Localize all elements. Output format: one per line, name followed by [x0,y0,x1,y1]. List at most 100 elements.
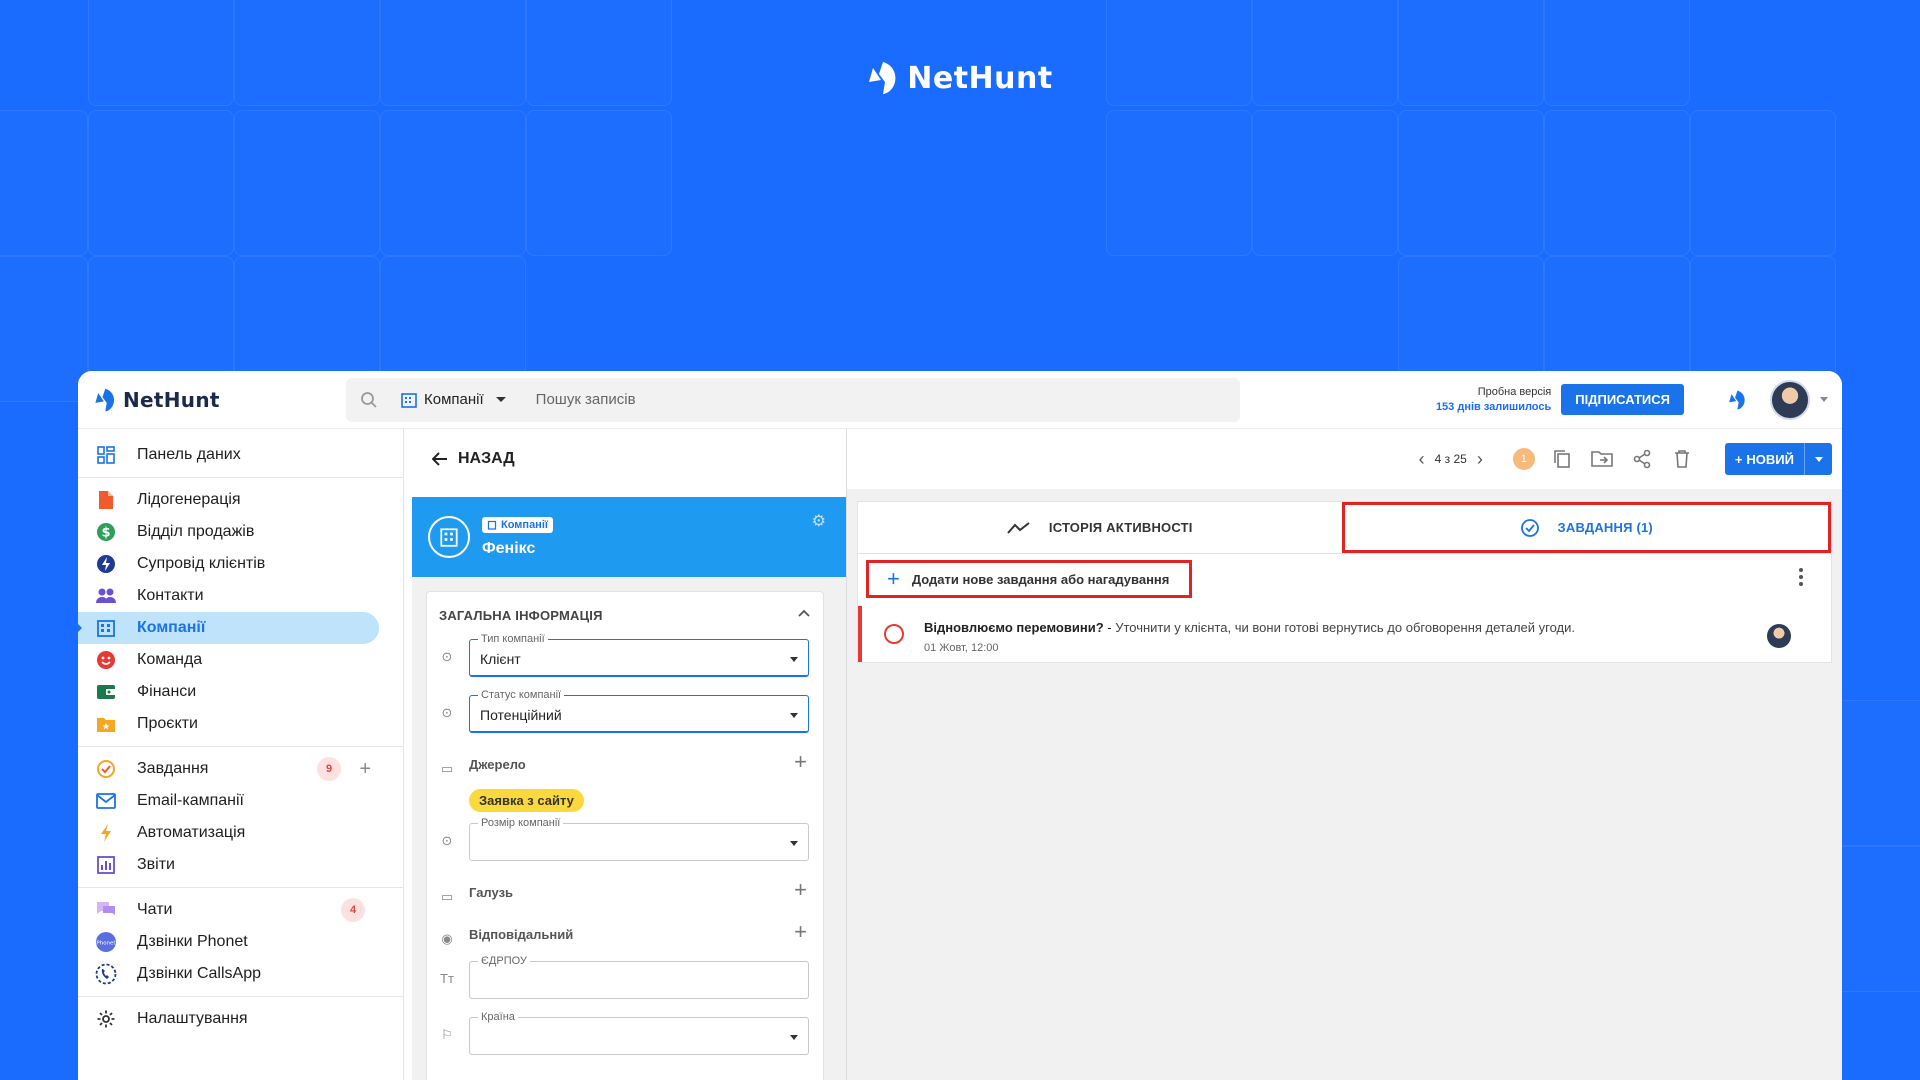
task-description: Уточнити у клієнта, чи вони готові верну… [1115,620,1576,635]
activity-tabs: ІСТОРІЯ АКТИВНОСТІ ЗАВДАННЯ (1) [857,501,1832,553]
sidebar-item-label: Проєкти [137,715,198,732]
sidebar-item-customer-support[interactable]: Супровід клієнтів [78,548,379,580]
search-entity-select[interactable]: Компанії [400,391,506,409]
app-wordmark: NetHunt [123,387,220,412]
sidebar-item-label: Автоматизація [137,824,246,841]
sidebar-group-communication: Чати 4 Phonet Дзвінки Phonet Дзвінки Cal… [78,888,403,997]
company-size-select[interactable]: Розмір компанії [469,817,809,861]
chevron-left-icon[interactable]: ‹ [1419,449,1425,470]
field-company-type: ⊙ Тип компанії Клієнт [427,631,823,687]
add-task-button[interactable]: + Додати нове завдання або нагадування [866,560,1193,598]
add-industry-plus-icon[interactable]: + [794,877,807,903]
sidebar-item-email-campaigns[interactable]: Email-кампанії [78,785,379,817]
add-source-plus-icon[interactable]: + [794,749,807,775]
tab-activity-history[interactable]: ІСТОРІЯ АКТИВНОСТІ [858,502,1342,553]
trash-icon[interactable] [1669,446,1695,472]
sidebar-item-finance[interactable]: Фінанси [78,676,379,708]
tag-icon: ▭ [440,761,454,776]
sidebar-item-dashboard[interactable]: Панель даних [78,439,379,471]
sidebar-item-phonet-calls[interactable]: Phonet Дзвінки Phonet [78,926,379,958]
move-to-folder-icon[interactable] [1589,446,1615,472]
sidebar-item-tasks[interactable]: Завдання 9 + [78,753,379,785]
sidebar-item-team[interactable]: Команда [78,644,379,676]
record-body: ЗАГАЛЬНА ІНФОРМАЦІЯ ⊙ Тип компанії Клієн… [412,577,846,1080]
sidebar-item-label: Компанії [137,619,206,636]
sidebar-item-settings[interactable]: Налаштування [78,1003,379,1035]
gear-icon[interactable]: ⚙ [812,511,826,531]
task-item[interactable]: Відновлюємо перемовини? - Уточнити у клі… [858,606,1831,662]
share-icon[interactable] [1629,446,1655,472]
search-bar[interactable]: Компанії Пошук записів [346,377,1240,422]
sidebar-item-label: Завдання [137,760,209,777]
task-title: Відновлюємо перемовини? [924,620,1104,635]
subscribe-button[interactable]: ПІДПИСАТИСЯ [1561,384,1684,415]
sidebar-item-companies[interactable]: Компанії [78,612,379,644]
company-type-select[interactable]: Тип компанії Клієнт [469,633,809,677]
search-input[interactable]: Пошук записів [536,391,636,408]
chevron-down-icon [790,713,798,718]
sidebar-item-chats[interactable]: Чати 4 [78,894,379,926]
trial-days-left[interactable]: 153 днів залишилось [1436,400,1551,415]
field-owner: ◉ Відповідальний + [427,913,823,953]
chevron-up-icon[interactable] [797,608,811,618]
sidebar-item-lead-gen[interactable]: Лідогенерація [78,484,379,516]
activity-panel: ‹ 4 з 25 › 1 + НОВИЙ ІСТОРІЯ АКТИВНОСТІ … [846,429,1842,1080]
new-label: НОВИЙ [1746,451,1794,467]
sidebar-item-automation[interactable]: Автоматизація [78,817,379,849]
field-source: ▭ Джерело + [427,743,823,783]
check-circle-icon [1520,518,1539,537]
nethunt-bird-icon[interactable] [1728,389,1748,411]
record-name: Фенікс [482,539,536,557]
folder-star-icon [95,713,117,735]
sidebar-item-contacts[interactable]: Контакти [78,580,379,612]
new-record-button[interactable]: + НОВИЙ [1724,443,1832,475]
phonet-icon: Phonet [95,931,117,953]
bolt-icon [95,822,117,844]
task-assignee-avatar[interactable] [1767,624,1791,648]
add-owner-plus-icon[interactable]: + [794,919,807,945]
more-options-icon[interactable] [1799,568,1803,586]
user-circle-icon: ◉ [441,931,453,946]
sidebar-item-label: Звіти [137,856,175,873]
hero-wordmark: NetHunt [907,60,1053,96]
svg-text:Phonet: Phonet [96,941,116,947]
svg-text:$: $ [101,526,110,541]
sidebar-item-label: Команда [137,651,203,668]
plus-icon: + [1734,451,1743,467]
record-folder-chip[interactable]: Компанії [482,516,553,533]
hero-logo: NetHunt [0,60,1920,96]
chevron-right-icon[interactable]: › [1477,449,1483,470]
country-select[interactable]: Країна [469,1011,809,1055]
trial-info: Пробна версія 153 днів залишилось [1436,385,1551,415]
company-status-select[interactable]: Статус компанії Потенційний [469,689,809,733]
copy-icon[interactable] [1549,446,1575,472]
task-complete-checkbox[interactable] [884,624,904,644]
sidebar-item-reports[interactable]: Звіти [78,849,379,881]
trial-label: Пробна версія [1477,385,1552,398]
tab-tasks[interactable]: ЗАВДАННЯ (1) [1341,502,1831,553]
text-type-icon: Tт [440,971,454,986]
trend-icon [1007,521,1030,534]
new-button-dropdown[interactable] [1804,443,1832,475]
app-logo[interactable]: NetHunt [94,387,346,413]
chevron-down-icon[interactable] [1820,397,1828,402]
chevron-down-icon [790,841,798,846]
notification-badge[interactable]: 1 [1512,448,1535,470]
wallet-icon [95,681,117,703]
building-icon [95,617,117,639]
new-button-main[interactable]: + НОВИЙ [1725,443,1804,475]
sidebar-group-dashboard: Панель даних [78,429,403,478]
sidebar-item-label: Контакти [137,587,204,604]
field-industry: ▭ Галузь + [427,871,823,913]
back-label: НАЗАД [458,450,515,467]
sidebar-item-projects[interactable]: Проєкти [78,708,379,740]
sidebar-item-sales[interactable]: $ Відділ продажів [78,516,379,548]
source-tag[interactable]: Заявка з сайту [469,789,584,812]
user-avatar[interactable] [1770,379,1810,420]
edrpou-input[interactable]: ЄДРПОУ [469,955,809,999]
smile-icon [95,649,117,671]
general-info-header[interactable]: ЗАГАЛЬНА ІНФОРМАЦІЯ [427,592,823,631]
chevron-down-icon [790,657,798,662]
add-task-plus-icon[interactable]: + [359,758,371,781]
sidebar-item-callsapp-calls[interactable]: Дзвінки CallsApp [78,958,379,990]
